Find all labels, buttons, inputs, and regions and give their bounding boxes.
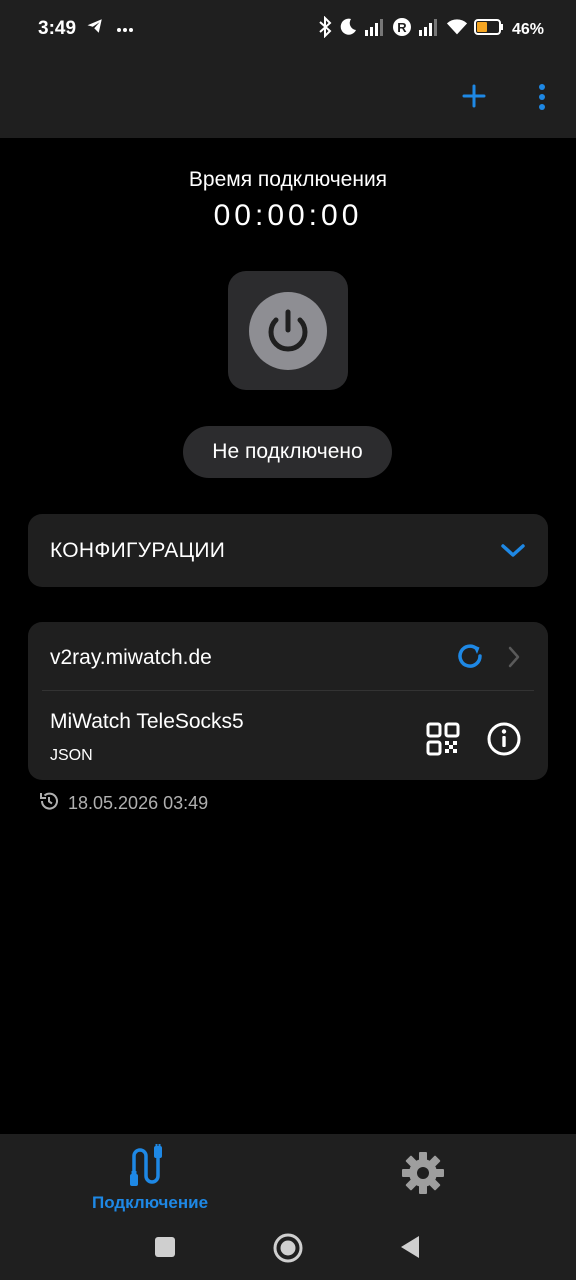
chevron-right-icon[interactable]	[506, 644, 522, 670]
profile-name[interactable]: MiWatch TeleSocks5	[50, 710, 244, 734]
home-circle-icon[interactable]	[272, 1232, 304, 1264]
connection-status: Не подключено	[183, 426, 392, 478]
connection-timer: 00:00:00	[213, 199, 363, 232]
app-bar	[0, 58, 576, 138]
connection-plug-icon	[130, 1144, 172, 1188]
battery-percent: 46%	[511, 20, 544, 38]
add-icon	[462, 84, 486, 108]
status-bar: 3:49 R 46%	[0, 0, 576, 58]
nav-tab-connection-label: Подключение	[91, 1193, 209, 1212]
battery-icon	[473, 18, 504, 41]
system-nav-bar	[0, 1216, 576, 1280]
recents-square-icon[interactable]	[154, 1236, 176, 1258]
more-dots-icon	[116, 20, 134, 38]
nav-tab-connection[interactable]: Подключение	[70, 1142, 230, 1216]
wifi-icon	[446, 18, 468, 41]
roaming-icon: R	[392, 17, 412, 42]
updated-timestamp: 18.05.2026 03:49	[68, 793, 209, 813]
chevron-down-icon[interactable]	[500, 539, 526, 561]
status-left-icons	[86, 17, 134, 40]
power-circle	[249, 292, 327, 370]
subscription-card: v2ray.miwatch.de MiWatch TeleSocks5 JSON	[28, 622, 548, 780]
power-button[interactable]	[228, 271, 348, 390]
subscription-url[interactable]: v2ray.miwatch.de	[50, 646, 212, 670]
configs-title: КОНФИГУРАЦИИ	[50, 539, 226, 562]
configs-section[interactable]: КОНФИГУРАЦИИ	[28, 514, 548, 587]
bottom-nav: Подключение	[0, 1134, 576, 1216]
bluetooth-icon	[318, 15, 332, 43]
back-triangle-icon[interactable]	[398, 1234, 422, 1260]
signal-icon	[418, 18, 440, 41]
add-button[interactable]	[458, 80, 490, 112]
profile-type: JSON	[50, 747, 93, 764]
history-icon	[38, 790, 60, 817]
qr-code-icon[interactable]	[426, 722, 460, 756]
telegram-icon	[86, 17, 104, 40]
more-menu-button[interactable]	[530, 82, 554, 112]
divider	[42, 690, 534, 691]
info-icon[interactable]	[486, 721, 522, 757]
power-icon	[268, 309, 308, 352]
last-updated: 18.05.2026 03:49	[38, 790, 208, 817]
signal-icon	[364, 18, 386, 41]
status-right-icons: R 46%	[318, 15, 544, 43]
settings-gear-icon[interactable]	[400, 1150, 446, 1196]
moon-icon	[338, 17, 358, 42]
more-vert-icon	[539, 84, 545, 110]
svg-text:R: R	[397, 20, 407, 35]
status-time: 3:49	[38, 18, 77, 39]
connection-time-label: Время подключения	[188, 168, 388, 191]
refresh-icon[interactable]	[454, 640, 486, 672]
